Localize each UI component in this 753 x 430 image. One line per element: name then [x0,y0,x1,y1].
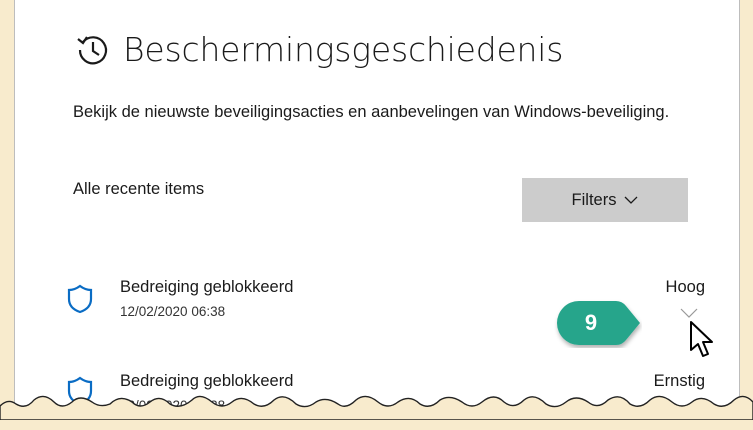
window-panel: Beschermingsgeschiedenis Bekijk de nieuw… [14,0,740,420]
severity-label: Hoog [665,278,705,296]
item-title: Bedreiging geblokkeerd [120,278,294,296]
page-header: Beschermingsgeschiedenis [75,30,563,69]
recent-items-label: Alle recente items [73,180,205,198]
step-number: 9 [584,310,598,335]
torn-edge-decoration [0,395,753,420]
item-date: 12/02/2020 06:38 [120,304,226,319]
page-description: Bekijk de nieuwste beveiligingsacties en… [73,103,670,121]
step-callout-badge: 9 [554,298,642,348]
history-icon [77,35,108,64]
chevron-down-icon [624,196,638,204]
chevron-down-icon[interactable] [680,308,698,318]
mouse-cursor-icon [690,321,713,357]
page-title: Beschermingsgeschiedenis [123,30,564,69]
filters-label: Filters [571,190,617,209]
shield-icon [67,284,93,314]
filters-button[interactable]: Filters [522,178,688,222]
